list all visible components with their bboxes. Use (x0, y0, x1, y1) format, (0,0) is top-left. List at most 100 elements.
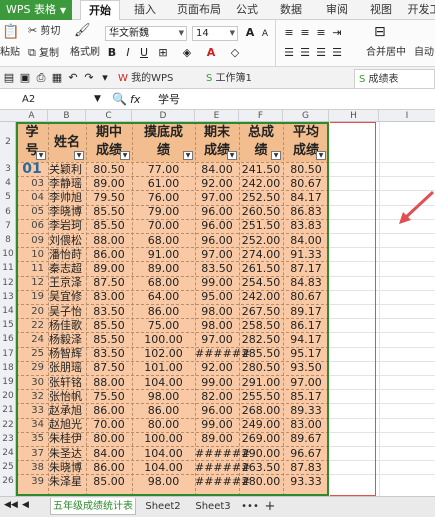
tab-insert[interactable]: 插入 (128, 0, 162, 20)
redo-icon[interactable]: ↷ (82, 71, 96, 85)
row-header[interactable]: 5 (0, 190, 16, 204)
row-header[interactable]: 14 (0, 304, 16, 318)
preview-icon[interactable]: ▦ (50, 71, 64, 85)
sheet-tab-sheet3[interactable]: Sheet3 (190, 498, 236, 515)
formula-input[interactable]: 学号 (158, 92, 428, 107)
font-name-select[interactable]: 华文新魏 ▼ (105, 26, 187, 41)
row-header[interactable]: 24 (0, 446, 16, 460)
font-size-select[interactable]: 14 ▼ (192, 26, 238, 41)
folder-icon[interactable]: ▤ (2, 71, 16, 85)
doc-tab-workbook1[interactable]: S 工作簿1 (202, 69, 296, 88)
merge-center-button[interactable]: 合并居中 (366, 46, 406, 60)
row-header[interactable]: 3 (0, 162, 16, 176)
cut-button[interactable]: ✂ 剪切 (28, 24, 60, 39)
clear-format-icon[interactable]: ◇ (228, 46, 242, 60)
align-left-icon[interactable]: ☰ (282, 46, 296, 60)
align-top-icon[interactable]: ≡ (282, 26, 296, 40)
print-icon[interactable]: ⎙ (34, 71, 48, 85)
font-color-icon[interactable]: A (204, 46, 218, 60)
column-header-h[interactable]: H (329, 110, 379, 122)
row-header[interactable]: 25 (0, 460, 16, 474)
row-header[interactable]: 23 (0, 432, 16, 446)
tab-home[interactable]: 开始 (80, 0, 120, 20)
sheet-more-button[interactable]: ••• (240, 498, 260, 515)
name-box[interactable]: A2 (22, 92, 82, 107)
copy-label: 复制 (39, 48, 60, 59)
row-header[interactable]: 22 (0, 418, 16, 432)
column-header-i[interactable]: I (379, 110, 435, 122)
row-header[interactable]: 6 (0, 205, 16, 219)
row-header[interactable]: 12 (0, 276, 16, 290)
chevron-down-icon[interactable]: ▼ (94, 92, 101, 107)
tab-page-layout[interactable]: 页面布局 (170, 0, 228, 20)
annotation-rectangle (330, 122, 376, 496)
spreadsheet-icon: S (359, 74, 366, 85)
align-center-icon[interactable]: ☰ (298, 46, 312, 60)
row-header[interactable]: 13 (0, 290, 16, 304)
doc-tab-mywps[interactable]: W 我的WPS (114, 69, 200, 88)
column-header-e[interactable]: E (195, 110, 239, 122)
underline-icon[interactable]: U (137, 46, 151, 60)
align-middle-icon[interactable]: ≡ (298, 26, 312, 40)
justify-icon[interactable]: ☰ (330, 46, 344, 60)
chevron-down-icon[interactable]: ▾ (98, 71, 112, 85)
row-header[interactable]: 15 (0, 318, 16, 332)
column-gridline (379, 122, 380, 496)
bold-icon[interactable]: B (105, 46, 119, 60)
save-icon[interactable]: ▣ (18, 71, 32, 85)
column-header-d[interactable]: D (132, 110, 195, 122)
border-icon[interactable]: ⊞ (156, 46, 170, 60)
row-header[interactable]: 21 (0, 403, 16, 417)
row-header[interactable]: 11 (0, 261, 16, 275)
add-sheet-button[interactable]: + (262, 498, 278, 515)
paste-icon[interactable]: 📋 (2, 24, 20, 44)
grow-font-icon[interactable]: A (243, 26, 257, 40)
cut-label: 剪切 (40, 26, 61, 37)
tab-formulas[interactable]: 公式 (230, 0, 264, 20)
row-header[interactable]: 18 (0, 361, 16, 375)
column-header-g[interactable]: G (283, 110, 329, 122)
italic-icon[interactable]: I (121, 46, 135, 60)
row-header[interactable]: 26 (0, 474, 16, 488)
doc-tab-active-file[interactable]: S 成绩表Excel.xls (354, 69, 435, 104)
tab-view[interactable]: 视图 (364, 0, 398, 20)
row-header[interactable]: 10 (0, 247, 16, 261)
row-header[interactable]: 8 (0, 233, 16, 247)
align-right-icon[interactable]: ☰ (314, 46, 328, 60)
sheet-nav-first-icon[interactable]: ◀◀ (4, 500, 18, 510)
row-header[interactable]: 7 (0, 219, 16, 233)
column-header-a[interactable]: A (16, 110, 48, 122)
shrink-font-icon[interactable]: A (258, 27, 272, 41)
column-header-f[interactable]: F (239, 110, 283, 122)
fx-button[interactable]: fx (130, 91, 140, 108)
align-bottom-icon[interactable]: ≡ (314, 26, 328, 40)
indent-icon[interactable]: ⇥ (330, 26, 344, 40)
undo-icon[interactable]: ↶ (66, 71, 80, 85)
fill-color-icon[interactable]: ◈ (180, 46, 194, 60)
row-header[interactable]: 4 (0, 176, 16, 190)
format-painter-label[interactable]: 格式刷 (70, 46, 100, 60)
row-header[interactable]: 16 (0, 332, 16, 346)
merge-center-icon[interactable]: ⊟ (374, 24, 386, 40)
row-header[interactable]: 17 (0, 347, 16, 361)
tab-review[interactable]: 审阅 (320, 0, 354, 20)
doc-tab-label: 我的WPS (131, 73, 174, 84)
tab-developer[interactable]: 开发工 (404, 0, 435, 20)
sheet-tab-sheet2[interactable]: Sheet2 (140, 498, 186, 515)
copy-button[interactable]: ⧉ 复制 (28, 46, 59, 61)
paste-label[interactable]: 粘贴 (0, 46, 20, 60)
column-header-c[interactable]: C (86, 110, 132, 122)
format-painter-icon[interactable]: 🖌 (74, 24, 91, 38)
app-menu-button[interactable]: WPS 表格 ▼ (0, 0, 72, 20)
row-header[interactable]: 20 (0, 389, 16, 403)
column-header-b[interactable]: B (48, 110, 86, 122)
auto-wrap-button[interactable]: 自动 (414, 46, 434, 60)
sheet-tab-grade-summary[interactable]: 五年级成绩统计表 (50, 498, 136, 515)
sheet-nav-prev-icon[interactable]: ◀ (22, 500, 29, 510)
tab-data[interactable]: 数据 (274, 0, 308, 20)
doc-tab-label: 工作簿1 (215, 73, 252, 84)
zoom-icon[interactable]: 🔍 (112, 91, 127, 108)
row-header[interactable]: 19 (0, 375, 16, 389)
row-header[interactable]: 2 (0, 122, 16, 162)
spreadsheet-icon: S (206, 73, 213, 84)
